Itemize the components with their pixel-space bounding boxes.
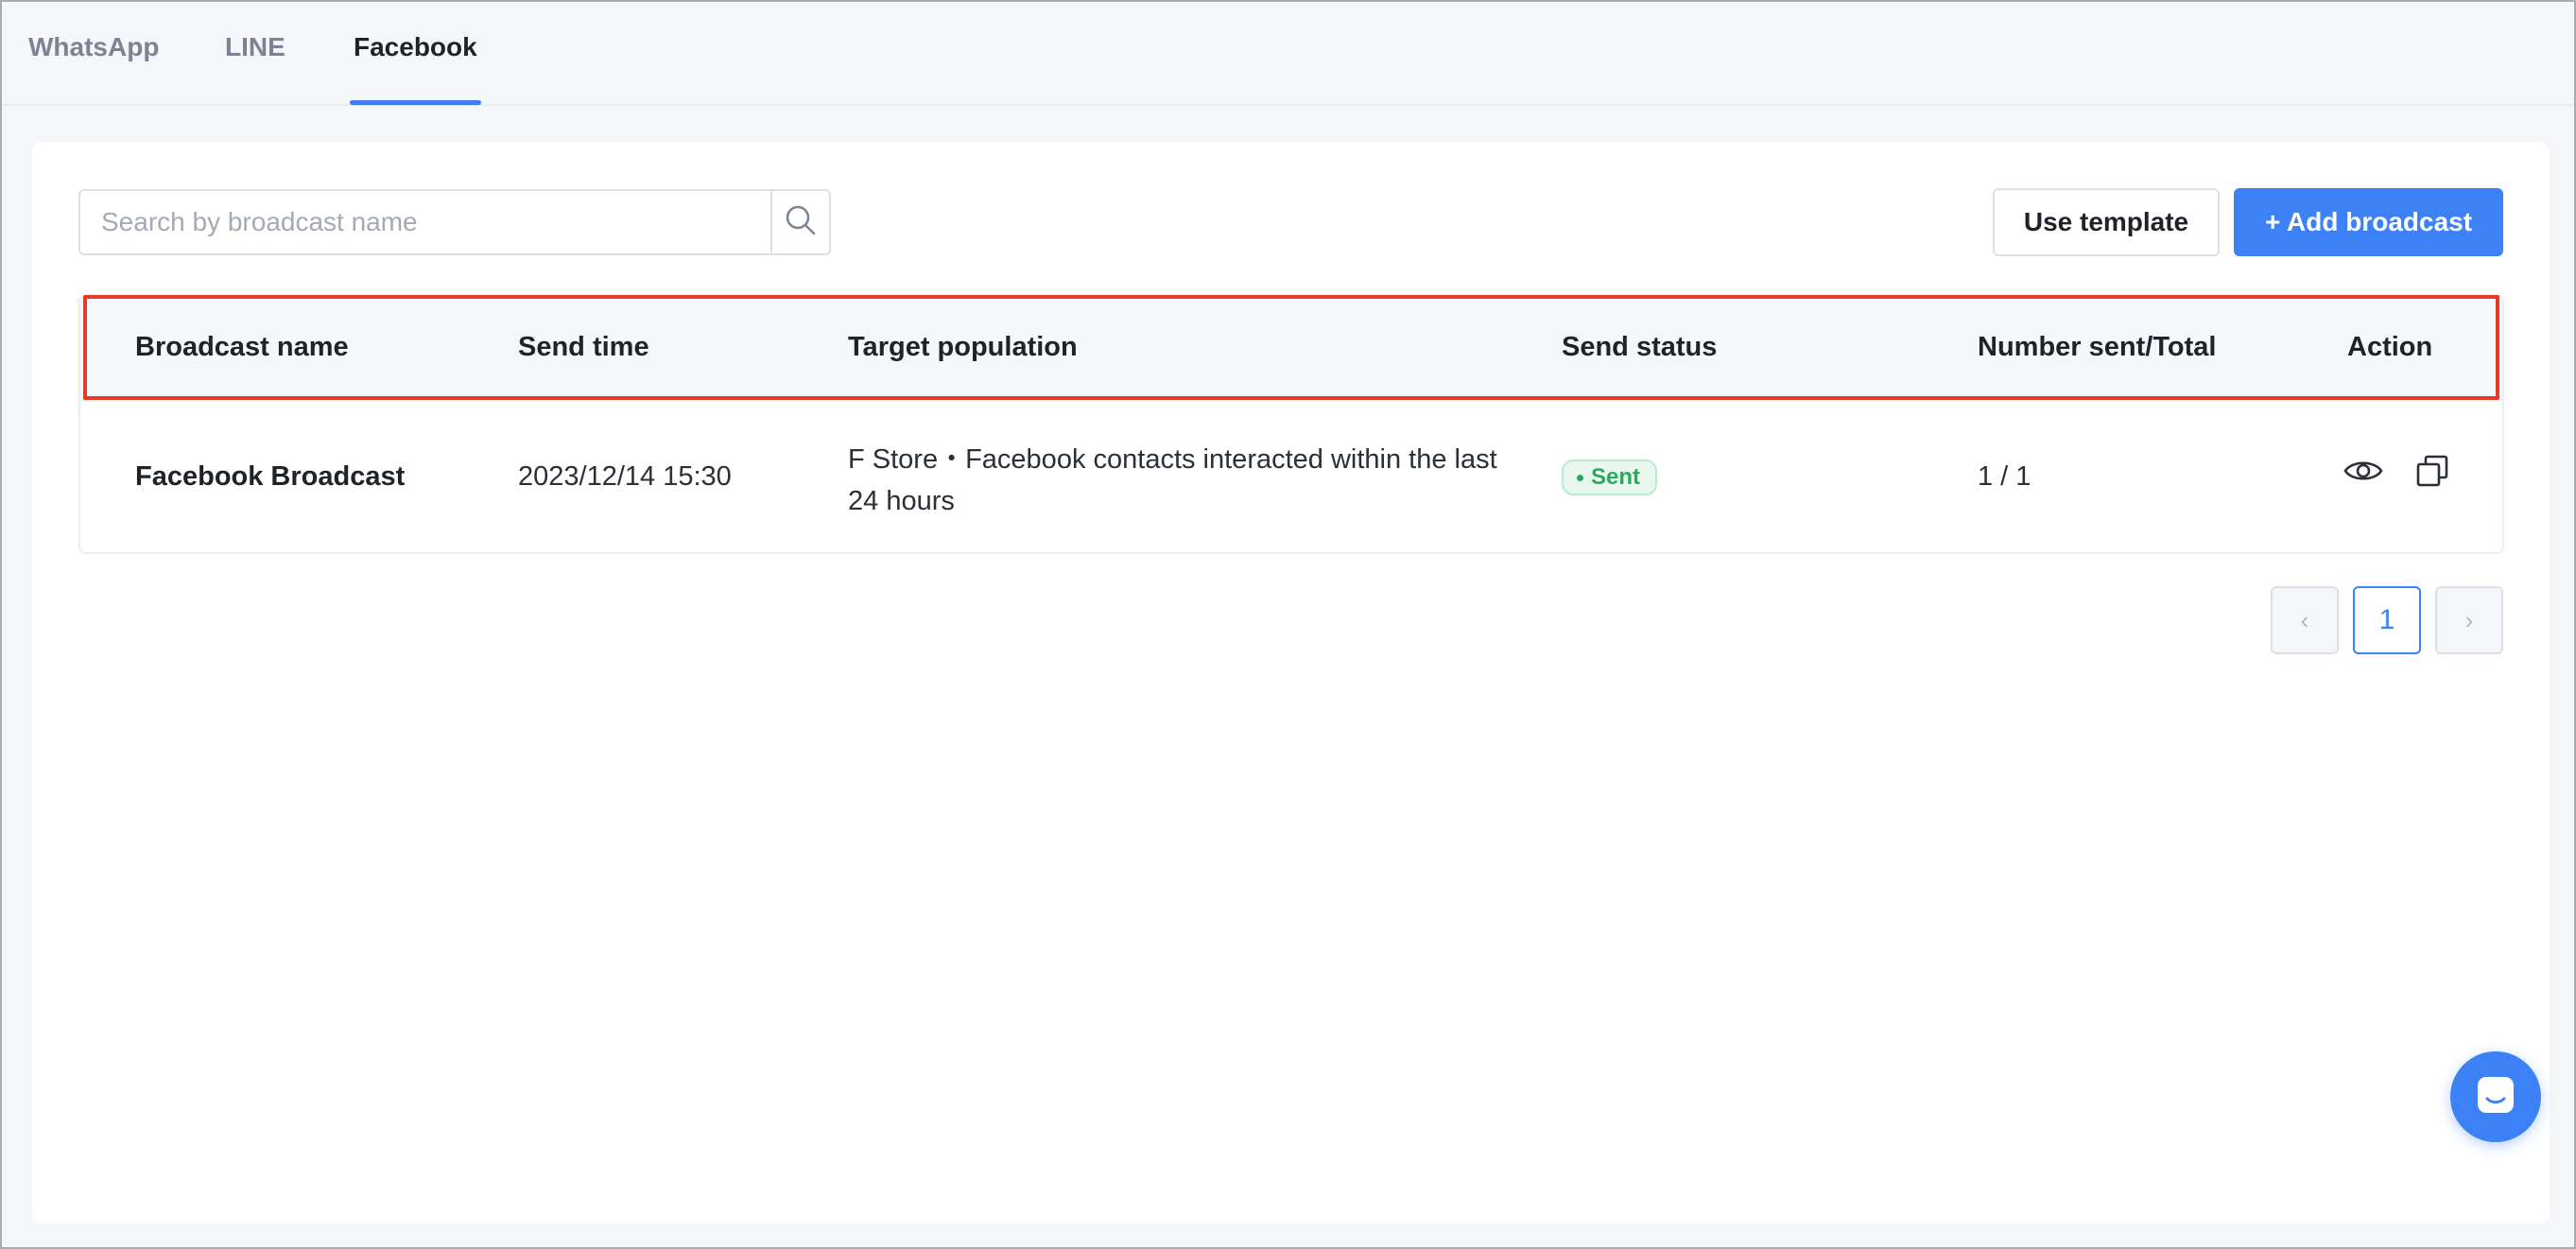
- broadcast-card: Use template + Add broadcast Broadcast n…: [32, 142, 2550, 1223]
- status-label: Sent: [1591, 464, 1641, 490]
- column-header-target-population: Target population: [848, 332, 1078, 362]
- column-header-broadcast-name: Broadcast name: [135, 332, 349, 362]
- copy-icon: [2415, 454, 2449, 493]
- pagination-prev[interactable]: ‹: [2271, 586, 2339, 654]
- column-header-action: Action: [2347, 332, 2433, 362]
- table-row: Facebook Broadcast 2023/12/14 15:30 F St…: [80, 403, 2502, 552]
- chat-launcher-button[interactable]: [2450, 1051, 2541, 1142]
- view-button[interactable]: [2343, 452, 2384, 494]
- search-icon: [785, 204, 817, 241]
- target-population: F Store・Facebook contacts interacted wit…: [848, 444, 1497, 516]
- column-header-number-sent: Number sent/Total: [1978, 332, 2217, 362]
- tab-facebook[interactable]: Facebook: [354, 32, 477, 62]
- tab-line[interactable]: LINE: [225, 32, 285, 62]
- tab-whatsapp[interactable]: WhatsApp: [28, 32, 159, 62]
- use-template-button[interactable]: Use template: [1993, 188, 2220, 256]
- column-header-send-status: Send status: [1562, 332, 1718, 362]
- chat-icon: [2475, 1074, 2516, 1120]
- eye-icon: [2343, 457, 2383, 490]
- send-time: 2023/12/14 15:30: [518, 461, 732, 492]
- column-header-send-time: Send time: [518, 332, 649, 362]
- copy-button[interactable]: [2412, 452, 2453, 494]
- broadcast-table: Broadcast name Send time Target populati…: [78, 295, 2504, 554]
- pagination-next[interactable]: ›: [2435, 586, 2503, 654]
- sent-count: 1 / 1: [1978, 461, 2031, 492]
- pagination-page-1[interactable]: 1: [2353, 586, 2421, 654]
- add-broadcast-button[interactable]: + Add broadcast: [2234, 188, 2503, 256]
- search-box: [78, 189, 831, 255]
- active-tab-indicator: [350, 100, 481, 105]
- table-header: Broadcast name Send time Target populati…: [80, 297, 2502, 401]
- status-badge: Sent: [1562, 460, 1658, 495]
- search-button[interactable]: [770, 191, 829, 253]
- search-input[interactable]: [80, 191, 774, 253]
- broadcast-name: Facebook Broadcast: [135, 461, 406, 492]
- status-dot: [1577, 474, 1583, 481]
- channel-tabs: WhatsApp LINE Facebook: [2, 2, 2574, 106]
